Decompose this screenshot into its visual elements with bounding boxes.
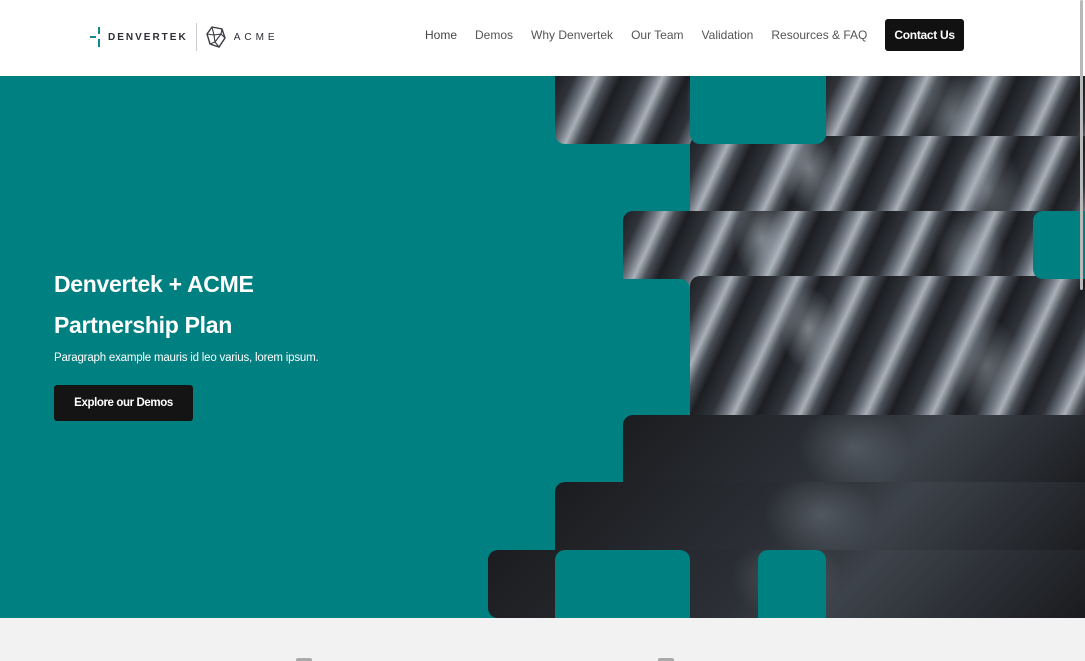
page-scrollbar[interactable] [1080,0,1083,290]
nav-home[interactable]: Home [425,28,457,42]
teal-block [478,279,690,415]
nav-validation[interactable]: Validation [702,28,754,42]
nav-demos[interactable]: Demos [475,28,513,42]
teal-block [478,211,623,279]
nav-our-team[interactable]: Our Team [631,28,683,42]
hero-title: Denvertek + ACME Partnership Plan [54,264,254,346]
nav-resources-faq[interactable]: Resources & FAQ [771,28,867,42]
hero-section: Denvertek + ACME Partnership Plan Paragr… [0,76,1085,618]
nav-why-denvertek[interactable]: Why Denvertek [531,28,613,42]
next-section-band [0,618,1085,661]
explore-demos-button[interactable]: Explore our Demos [54,385,193,421]
teal-block [758,550,826,618]
acme-wordmark: ACME [233,31,279,43]
teal-block [690,76,826,144]
hero-title-line-2: Partnership Plan [54,312,232,338]
photo-tile [690,276,1085,426]
teal-block [478,415,623,482]
teal-block [478,482,555,550]
acme-logo-icon [205,26,226,48]
hero-image [478,76,1085,618]
teal-block [478,144,690,211]
denvertek-wordmark: DENVERTEK [108,31,188,43]
contact-us-button[interactable]: Contact Us [885,19,964,51]
site-header: DENVERTEK ACME Home Demos Why Denvertek … [0,0,1085,76]
denvertek-logo-icon [90,27,104,47]
main-nav: Home Demos Why Denvertek Our Team Valida… [425,19,964,51]
brand-logo[interactable]: DENVERTEK ACME [90,22,279,52]
teal-block [555,550,690,618]
teal-block [1033,211,1085,279]
logo-divider [195,23,197,51]
hero-paragraph: Paragraph example mauris id leo varius, … [54,352,319,364]
hero-title-line-1: Denvertek + ACME [54,271,254,297]
